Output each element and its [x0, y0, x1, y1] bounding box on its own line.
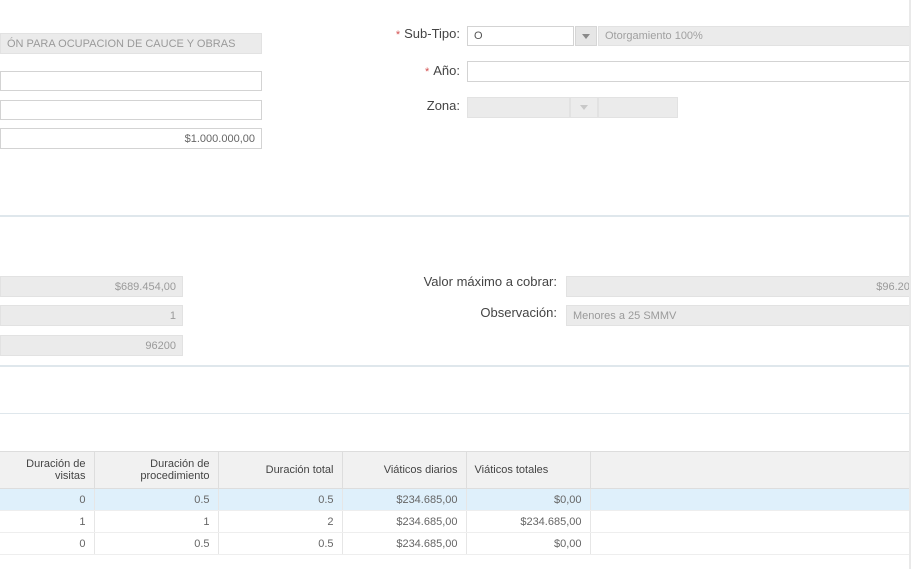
mid-value-2-text: 1: [169, 309, 176, 322]
cell-visitas: 0: [0, 488, 95, 511]
tipo-field[interactable]: ÓN PARA OCUPACION DE CAUCE Y OBRAS: [0, 33, 262, 54]
observacion-value: Menores a 25 SMMV: [573, 309, 677, 322]
col-duracion-visitas[interactable]: Duración de visitas: [0, 451, 95, 489]
field-3[interactable]: [0, 100, 262, 120]
col-viaticos-totales[interactable]: Viáticos totales: [466, 451, 591, 489]
cell-diarios: $234.685,00: [342, 488, 467, 511]
cell-visitas: 1: [0, 510, 95, 533]
zona-desc-field: [598, 97, 678, 118]
cell-procedimiento: 0.5: [94, 532, 219, 555]
mid-value-1: $689.454,00: [0, 276, 183, 297]
zona-dropdown-button[interactable]: [570, 97, 598, 118]
table-row[interactable]: 0 0.5 0.5 $234.685,00 $0,00: [0, 488, 911, 511]
tipo-value: ÓN PARA OCUPACION DE CAUCE Y OBRAS: [7, 37, 236, 50]
section-divider: [0, 413, 911, 414]
chevron-down-icon: [580, 105, 588, 110]
cell-diarios: $234.685,00: [342, 510, 467, 533]
zona-select[interactable]: [467, 97, 570, 118]
table-row[interactable]: 0 0.5 0.5 $234.685,00 $0,00: [0, 532, 911, 555]
table-row[interactable]: 1 1 2 $234.685,00 $234.685,00: [0, 510, 911, 533]
mid-value-3-text: 96200: [145, 339, 176, 352]
cell-total: 0.5: [218, 488, 343, 511]
anio-label-text: Año:: [433, 63, 460, 78]
cell-visitas: 0: [0, 532, 95, 555]
subtipo-desc-value: Otorgamiento 100%: [605, 30, 703, 42]
valor-field[interactable]: $1.000.000,00: [0, 128, 262, 149]
subtipo-code-value: O: [474, 30, 483, 42]
observacion-field: Menores a 25 SMMV: [566, 305, 911, 326]
col-duracion-procedimiento[interactable]: Duración de procedimiento: [94, 451, 219, 489]
col-duracion-total[interactable]: Duración total: [218, 451, 343, 489]
anio-label: * Año:: [370, 63, 460, 78]
cell-totales: $0,00: [466, 532, 591, 555]
cell-totales: $0,00: [466, 488, 591, 511]
required-mark: *: [424, 66, 430, 78]
cell-empty: [590, 510, 911, 533]
cell-diarios: $234.685,00: [342, 532, 467, 555]
required-mark: *: [395, 29, 401, 41]
cell-empty: [590, 488, 911, 511]
chevron-down-icon: [582, 33, 590, 39]
cell-empty: [590, 532, 911, 555]
subtipo-dropdown-button[interactable]: [575, 26, 597, 46]
zona-label: Zona:: [426, 98, 460, 113]
anio-input[interactable]: [467, 61, 911, 82]
subtipo-label-text: Sub-Tipo:: [404, 26, 460, 41]
cell-procedimiento: 1: [94, 510, 219, 533]
cell-procedimiento: 0.5: [94, 488, 219, 511]
mid-value-2: 1: [0, 305, 183, 326]
viaticos-table: Duración de visitas Duración de procedim…: [0, 451, 911, 569]
valor-max-value: $96.200: [876, 280, 910, 293]
col-empty: [590, 451, 911, 489]
valor-value: $1.000.000,00: [184, 132, 255, 145]
cell-total: 2: [218, 510, 343, 533]
subtipo-desc-field: Otorgamiento 100%: [598, 26, 911, 46]
observacion-label: Observación:: [480, 305, 557, 320]
section-divider: [0, 215, 911, 217]
valor-max-field: $96.200: [566, 276, 911, 297]
cell-total: 0.5: [218, 532, 343, 555]
section-divider: [0, 365, 911, 367]
mid-value-1-text: $689.454,00: [114, 280, 176, 293]
cell-totales: $234.685,00: [466, 510, 591, 533]
subtipo-label: * Sub-Tipo:: [370, 26, 460, 41]
subtipo-code-input[interactable]: O: [467, 26, 574, 46]
mid-value-3: 96200: [0, 335, 183, 356]
field-2[interactable]: [0, 71, 262, 91]
valor-max-label: Valor máximo a cobrar:: [423, 274, 557, 289]
col-viaticos-diarios[interactable]: Viáticos diarios: [342, 451, 467, 489]
